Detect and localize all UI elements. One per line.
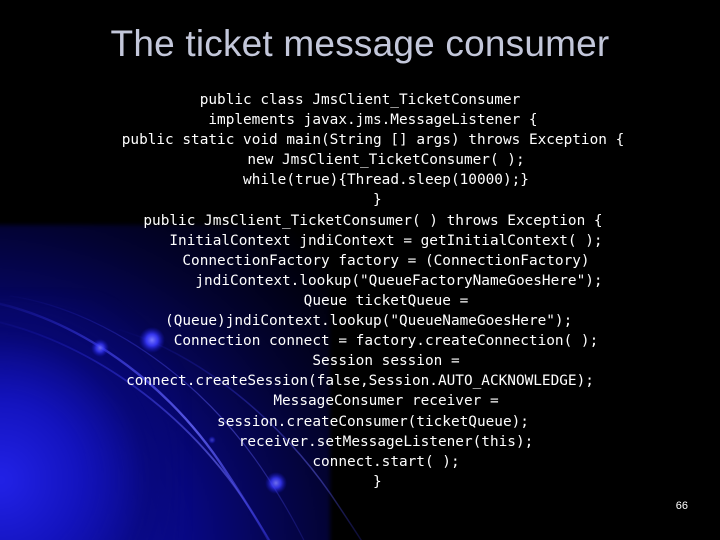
- code-line: (Queue)jndiContext.lookup("QueueNameGoes…: [147, 313, 573, 330]
- code-line: Queue ticketQueue =: [251, 292, 469, 309]
- code-line: }: [338, 192, 382, 209]
- code-block: public class JmsClient_TicketConsumer im…: [0, 90, 720, 492]
- code-line: Connection connect = factory.createConne…: [121, 333, 599, 350]
- code-line: implements javax.jms.MessageListener {: [182, 112, 538, 129]
- code-line: receiver.setMessageListener(this);: [186, 433, 534, 450]
- code-line: while(true){Thread.sleep(10000);}: [191, 172, 529, 189]
- code-line: InitialContext jndiContext = getInitialC…: [117, 232, 603, 249]
- code-line: MessageConsumer receiver =: [221, 393, 499, 410]
- code-line: Session session =: [260, 353, 460, 370]
- code-line: public JmsClient_TicketConsumer( ) throw…: [117, 212, 603, 229]
- code-line: public class JmsClient_TicketConsumer: [199, 92, 521, 108]
- code-line: }: [338, 473, 382, 490]
- slide-number: 66: [675, 500, 688, 512]
- code-line: new JmsClient_TicketConsumer( );: [195, 152, 525, 169]
- code-line: connect.start( );: [260, 453, 460, 470]
- code-line: session.createConsumer(ticketQueue);: [191, 413, 529, 430]
- slide-title: The ticket message consumer: [110, 23, 610, 64]
- code-line: jndiContext.lookup("QueueFactoryNameGoes…: [117, 272, 603, 289]
- presentation-slide: The ticket message consumer public class…: [0, 0, 720, 540]
- code-line: ConnectionFactory factory = (ConnectionF…: [130, 252, 590, 269]
- code-line: connect.createSession(false,Session.AUTO…: [126, 373, 594, 390]
- code-line: public static void main(String [] args) …: [95, 132, 625, 149]
